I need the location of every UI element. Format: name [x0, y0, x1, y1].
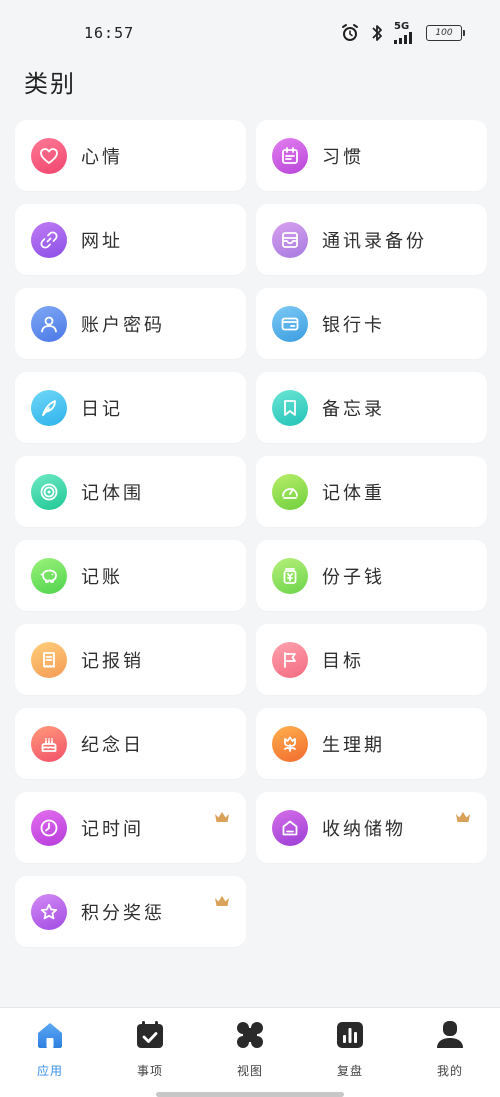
signal-icon: 5G [394, 22, 416, 44]
heart-icon [31, 137, 67, 174]
category-card[interactable]: 日记 [15, 372, 246, 443]
piggy-bank-icon [31, 557, 67, 594]
category-label: 纪念日 [81, 734, 144, 756]
category-card[interactable]: 记时间 [15, 792, 246, 863]
crown-icon [455, 808, 471, 822]
category-card[interactable]: 记账 [15, 540, 246, 611]
flag-icon [272, 641, 308, 678]
alarm-icon [340, 23, 360, 43]
category-card[interactable]: 银行卡 [256, 288, 487, 359]
inbox-icon [272, 221, 308, 258]
nav-label: 复盘 [336, 1064, 363, 1078]
category-label: 账户密码 [81, 314, 165, 336]
category-label: 积分奖惩 [81, 902, 165, 924]
nav-item[interactable]: 视图 [200, 1008, 300, 1097]
nav-label: 我的 [436, 1064, 463, 1078]
cake-icon [31, 725, 67, 762]
category-card[interactable]: 积分奖惩 [15, 876, 246, 947]
category-card[interactable]: 心情 [15, 120, 246, 191]
crown-icon [214, 808, 230, 822]
nav-item[interactable]: 我的 [400, 1008, 500, 1097]
category-card[interactable]: 收纳储物 [256, 792, 487, 863]
status-time: 16:57 [84, 24, 135, 42]
category-label: 生理期 [322, 734, 385, 756]
category-label: 记体重 [322, 482, 385, 504]
category-card[interactable]: 网址 [15, 204, 246, 275]
category-label: 记时间 [81, 818, 144, 840]
grid-petals-icon [233, 1018, 267, 1052]
category-label: 备忘录 [322, 398, 385, 420]
nav-label: 事项 [136, 1064, 163, 1078]
profile-icon [433, 1018, 467, 1052]
bookmark-icon [272, 389, 308, 426]
category-card[interactable]: 习惯 [256, 120, 487, 191]
network-label: 5G [394, 21, 410, 32]
flower-icon [272, 725, 308, 762]
battery-level: 100 [435, 28, 453, 38]
bottom-nav: 应用 事项 视图 复盘 我的 [0, 1007, 500, 1097]
star-icon [31, 893, 67, 930]
calendar-check-icon [133, 1018, 167, 1052]
category-label: 收纳储物 [322, 818, 406, 840]
storage-icon [272, 809, 308, 846]
category-card[interactable]: 通讯录备份 [256, 204, 487, 275]
target-icon [31, 473, 67, 510]
category-label: 份子钱 [322, 566, 385, 588]
category-label: 心情 [81, 146, 123, 168]
category-label: 目标 [322, 650, 364, 672]
nav-item[interactable]: 应用 [0, 1008, 100, 1097]
nav-label: 视图 [236, 1064, 263, 1078]
status-icons: 5G 100 [340, 22, 465, 44]
nav-item[interactable]: 复盘 [300, 1008, 400, 1097]
home-indicator [156, 1092, 344, 1097]
category-label: 银行卡 [322, 314, 385, 336]
category-label: 日记 [81, 398, 123, 420]
bar-chart-icon [333, 1018, 367, 1052]
category-card[interactable]: 记报销 [15, 624, 246, 695]
bluetooth-icon [370, 23, 384, 43]
category-card[interactable]: 账户密码 [15, 288, 246, 359]
category-card[interactable]: 生理期 [256, 708, 487, 779]
clock-icon [31, 809, 67, 846]
gauge-icon [272, 473, 308, 510]
money-jar-icon [272, 557, 308, 594]
category-card[interactable]: 目标 [256, 624, 487, 695]
category-label: 记报销 [81, 650, 144, 672]
page-title: 类别 [24, 70, 76, 98]
home-icon [33, 1018, 67, 1052]
category-card[interactable]: 记体重 [256, 456, 487, 527]
nav-label: 应用 [36, 1064, 63, 1078]
category-card[interactable]: 备忘录 [256, 372, 487, 443]
category-label: 习惯 [322, 146, 364, 168]
card-icon [272, 305, 308, 342]
receipt-icon [31, 641, 67, 678]
category-card[interactable]: 纪念日 [15, 708, 246, 779]
category-card[interactable]: 记体围 [15, 456, 246, 527]
category-label: 记账 [81, 566, 123, 588]
link-icon [31, 221, 67, 258]
category-label: 网址 [81, 230, 123, 252]
category-label: 记体围 [81, 482, 144, 504]
user-icon [31, 305, 67, 342]
calendar-icon [272, 137, 308, 174]
feather-icon [31, 389, 67, 426]
crown-icon [214, 892, 230, 906]
nav-item[interactable]: 事项 [100, 1008, 200, 1097]
battery-icon: 100 [426, 25, 465, 41]
category-card[interactable]: 份子钱 [256, 540, 487, 611]
status-bar: 16:57 5G 100 [0, 0, 500, 60]
category-grid: 心情 习惯 网址 通讯录备份 账户密码 银行卡 日记 备忘录 记体围 记体重 记… [15, 120, 487, 947]
category-label: 通讯录备份 [322, 230, 427, 252]
